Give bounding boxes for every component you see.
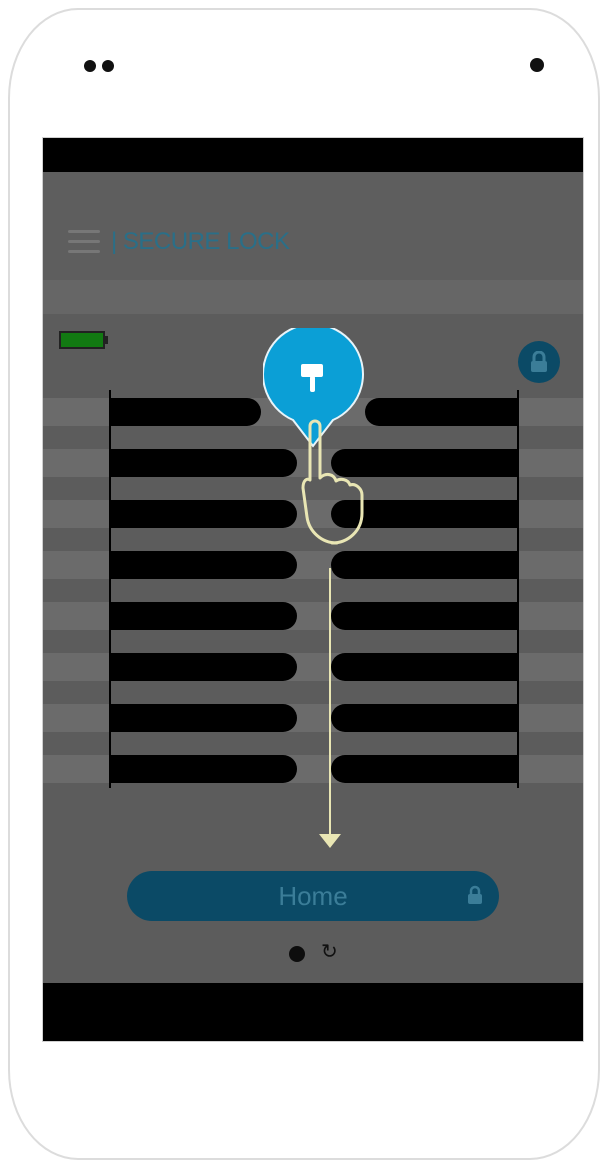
page-indicator-dot[interactable] [289, 946, 305, 962]
lock-tooth-right [365, 398, 517, 426]
lock-status-button[interactable] [518, 341, 560, 383]
lock-tooth-left [111, 602, 297, 630]
padlock-icon [468, 885, 482, 904]
refresh-icon[interactable]: ↻ [321, 942, 338, 962]
sensor-dot [84, 60, 96, 72]
swipe-down-arrow-icon [319, 834, 341, 848]
lock-tooth-left [111, 755, 297, 783]
lock-tooth-right [331, 755, 517, 783]
home-button-label: Home [278, 880, 348, 911]
phone-screen: | SECURE LOCK Home ↻ [42, 137, 584, 1042]
sub-toolbar [43, 280, 583, 314]
swipe-guide-line [329, 568, 331, 836]
hamburger-icon[interactable] [68, 230, 100, 253]
left-rail [109, 390, 111, 788]
right-rail [517, 390, 519, 788]
lock-tooth-right [331, 551, 517, 579]
status-bar [43, 138, 583, 172]
battery-full-icon [59, 331, 105, 349]
lock-tooth-right [331, 653, 517, 681]
navigation-bar [43, 983, 583, 1041]
lock-tooth-left [111, 653, 297, 681]
lock-tooth-left [111, 704, 297, 732]
battery-tip [105, 336, 108, 344]
lock-tooth-right [331, 602, 517, 630]
lock-tooth-right [331, 704, 517, 732]
lock-tooth-left [111, 398, 261, 426]
front-camera [530, 58, 544, 72]
lock-tooth-left [111, 551, 297, 579]
app-bar: | SECURE LOCK [43, 172, 583, 280]
app-title: | SECURE LOCK [111, 228, 290, 255]
sensor-dot [102, 60, 114, 72]
home-lock-button[interactable]: Home [127, 871, 499, 921]
pointing-hand-icon [263, 328, 364, 545]
padlock-icon [531, 351, 547, 372]
